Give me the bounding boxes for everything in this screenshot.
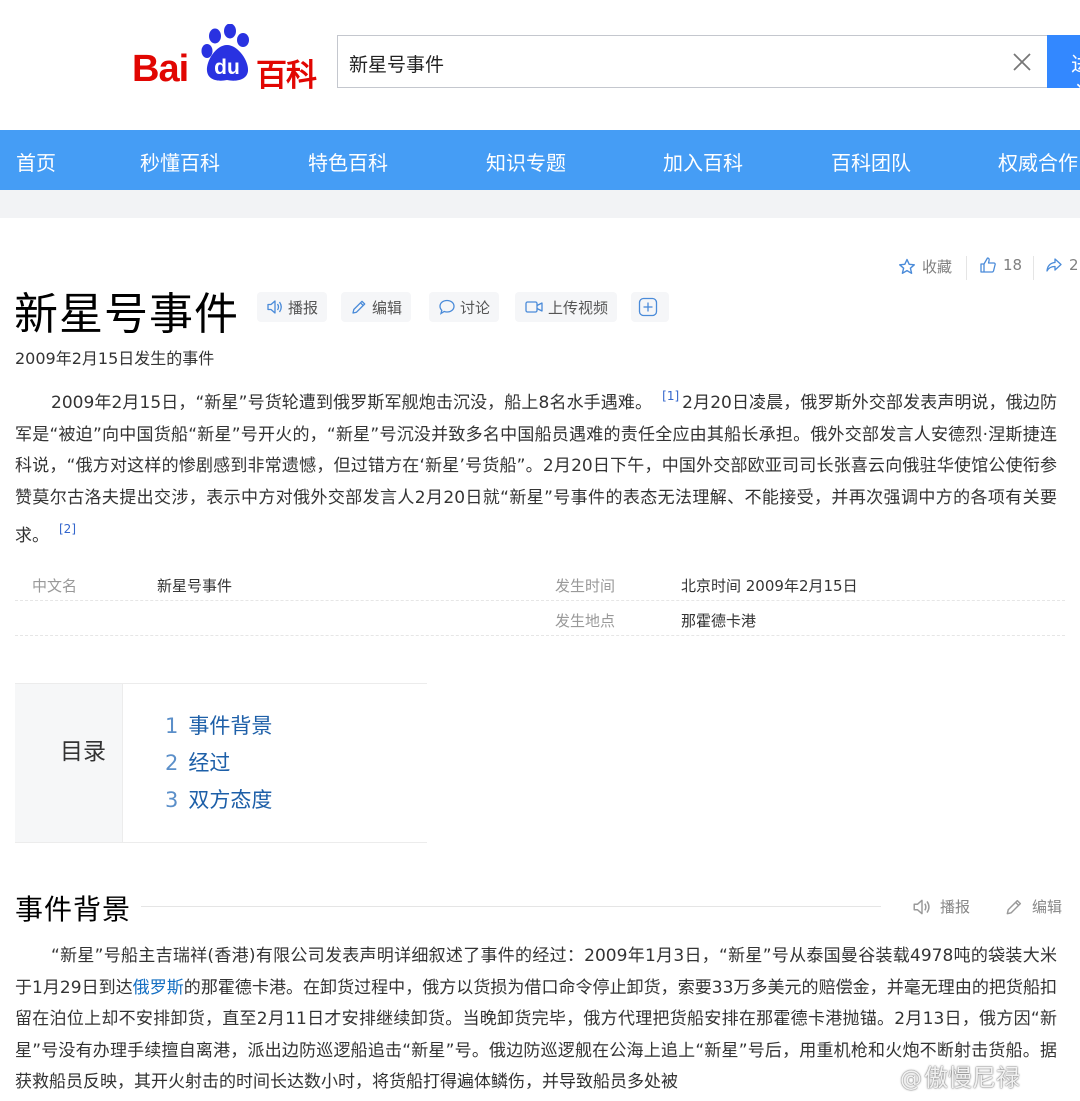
basic-info-row: 发生地点 那霍德卡港 <box>15 602 1065 636</box>
toc-item-number: 3 <box>165 788 179 812</box>
search-input-value: 新星号事件 <box>349 54 445 76</box>
star-icon <box>899 258 915 274</box>
section-title: 事件背景 <box>15 893 132 926</box>
toc-sidebar: 目录 <box>15 684 123 842</box>
reference-link-1[interactable]: [1] <box>662 389 679 403</box>
edit-button[interactable]: 编辑 <box>341 292 412 322</box>
page-title: 新星号事件 <box>14 289 239 340</box>
edit-label: 编辑 <box>372 298 403 317</box>
header: Bai du 百科 新星号事件 进入词条 <box>0 0 1080 130</box>
table-of-contents: 目录 1 事件背景 2 经过 3 双方态度 <box>15 683 427 843</box>
broadcast-button[interactable]: 播报 <box>257 292 328 322</box>
upload-video-button[interactable]: 上传视频 <box>515 292 618 322</box>
pencil-icon <box>352 300 366 314</box>
paw-logo-icon: du <box>201 24 249 81</box>
share-count: 2 <box>1069 256 1079 274</box>
nav-item-tese[interactable]: 特色百科 <box>308 147 388 176</box>
plus-icon <box>638 297 658 317</box>
like-button[interactable]: 18 <box>979 256 1022 274</box>
section-divider <box>141 906 881 907</box>
section-edit-label: 编辑 <box>1032 898 1063 916</box>
summary-text-2: 2月20日凌晨，俄罗斯外交部发表声明说，俄边防军是“被迫”向中国货船“新星”号开… <box>15 393 1058 546</box>
info-value-chinese-name: 新星号事件 <box>157 577 233 595</box>
logo-du-text: du <box>214 56 240 79</box>
logo-bai-text: Bai <box>132 48 189 90</box>
search-button-label: 进入词条 <box>1071 52 1080 88</box>
info-key-place: 发生地点 <box>555 612 616 630</box>
section-broadcast-button[interactable]: 播报 <box>912 896 970 917</box>
add-button[interactable] <box>631 292 669 322</box>
logo-baike-text: 百科 <box>256 58 317 94</box>
search-button[interactable]: 进入词条 <box>1047 35 1080 88</box>
nav-item-partner[interactable]: 权威合作 <box>998 147 1078 176</box>
info-key-time: 发生时间 <box>555 577 616 595</box>
info-value-place: 那霍德卡港 <box>681 612 757 630</box>
speaker-icon <box>267 300 282 314</box>
broadcast-label: 播报 <box>288 298 319 317</box>
search-input[interactable]: 新星号事件 <box>337 35 1047 88</box>
nav-item-team[interactable]: 百科团队 <box>831 147 911 176</box>
info-key-chinese-name: 中文名 <box>32 577 78 595</box>
toc-item-number: 2 <box>165 751 179 775</box>
toc-item[interactable]: 1 事件背景 <box>165 710 272 740</box>
comment-icon <box>439 299 455 315</box>
summary-paragraph: 2009年2月15日，“新星”号货轮遭到俄罗斯军舰炮击沉没，船上8名水手遇难。 [… <box>15 381 1057 553</box>
toc-item-label: 事件背景 <box>188 714 273 738</box>
toc-item[interactable]: 3 双方态度 <box>165 784 272 814</box>
share-button[interactable]: 2 <box>1045 256 1079 274</box>
summary-text-1: 2009年2月15日，“新星”号货轮遭到俄罗斯军舰炮击沉没，船上8名水手遇难。 <box>51 393 653 413</box>
toc-item-number: 1 <box>165 714 179 738</box>
section-edit-button[interactable]: 编辑 <box>1004 896 1062 917</box>
video-icon <box>525 301 543 313</box>
toc-item[interactable]: 2 经过 <box>165 747 230 777</box>
discuss-button[interactable]: 讨论 <box>429 292 500 322</box>
collect-label: 收藏 <box>922 258 953 276</box>
upload-video-label: 上传视频 <box>548 298 609 317</box>
watermark-name: 傲慢尼禄 <box>924 1064 1020 1092</box>
section-broadcast-label: 播报 <box>940 898 971 916</box>
basic-info-row: 中文名 新星号事件 发生时间 北京时间 2009年2月15日 <box>15 567 1065 601</box>
divider <box>966 256 967 280</box>
baidu-baike-logo[interactable]: Bai du 百科 <box>132 24 322 94</box>
like-count: 18 <box>1003 256 1023 274</box>
toc-title: 目录 <box>60 739 106 765</box>
toc-item-label: 双方态度 <box>188 788 273 812</box>
share-icon <box>1046 258 1062 272</box>
watermark-at: @ <box>900 1067 922 1092</box>
info-value-time: 北京时间 2009年2月15日 <box>681 577 858 595</box>
top-nav: 首页 秒懂百科 特色百科 知识专题 加入百科 百科团队 权威合作 <box>0 130 1080 190</box>
toc-item-label: 经过 <box>188 751 231 775</box>
nav-item-zhuanti[interactable]: 知识专题 <box>486 147 566 176</box>
thumbs-up-icon <box>980 257 996 273</box>
reference-link-2[interactable]: [2] <box>59 522 76 536</box>
pencil-icon <box>1006 899 1022 914</box>
collect-button[interactable]: 收藏 <box>898 256 952 277</box>
close-icon[interactable] <box>1011 51 1033 73</box>
entry-subtitle: 2009年2月15日发生的事件 <box>15 349 215 368</box>
discuss-label: 讨论 <box>460 298 491 317</box>
sub-bar <box>0 190 1080 218</box>
watermark: @傲慢尼禄 <box>900 1058 1020 1093</box>
nav-item-home[interactable]: 首页 <box>16 147 56 176</box>
divider <box>1033 256 1034 280</box>
russia-link[interactable]: 俄罗斯 <box>133 978 184 998</box>
nav-item-join[interactable]: 加入百科 <box>663 147 743 176</box>
nav-item-miaodong[interactable]: 秒懂百科 <box>140 147 220 176</box>
speaker-icon <box>913 899 930 914</box>
